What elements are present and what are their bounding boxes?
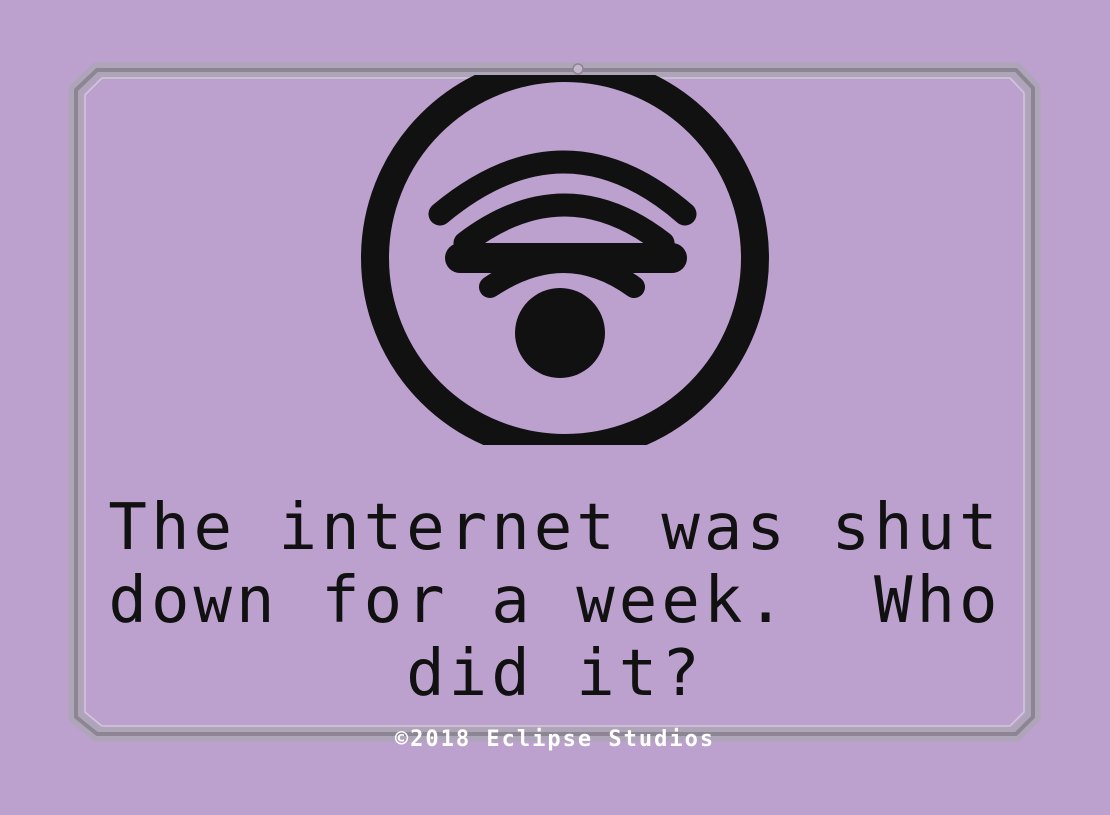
wifi-arc-middle [453, 193, 675, 255]
wifi-crossed-circle-icon [361, 75, 769, 445]
riddle-question: The internet was shut down for a week. W… [108, 491, 1045, 711]
wifi-dot [515, 288, 605, 378]
copyright-notice: ©2018 Eclipse Studios [394, 727, 716, 752]
riddle-card: The internet was shut down for a week. W… [0, 0, 1110, 815]
